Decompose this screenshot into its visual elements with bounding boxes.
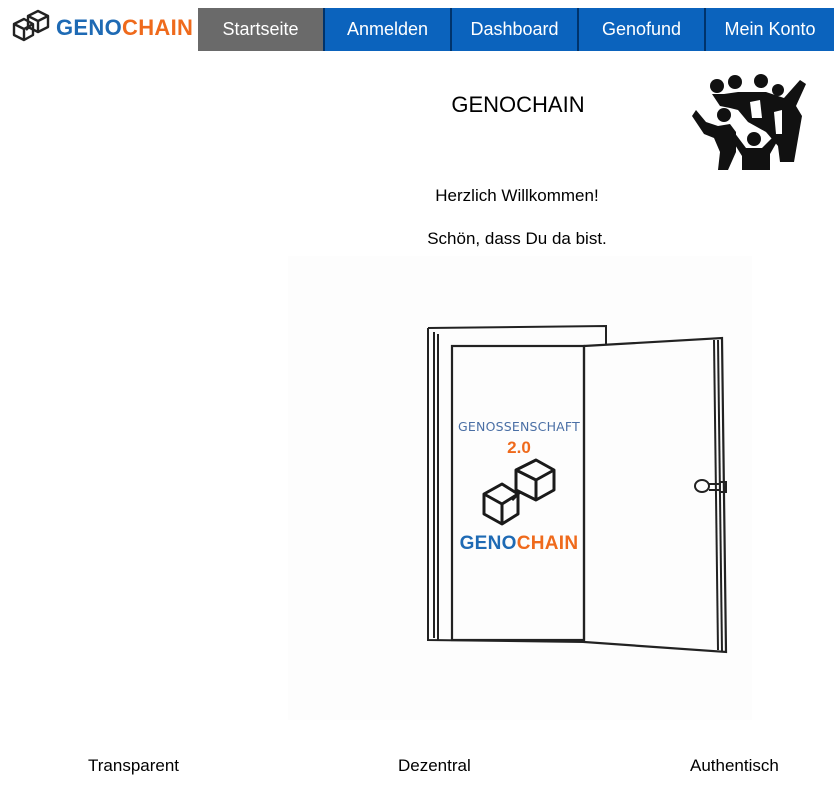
site-header: GENOCHAIN Startseite Anmelden Dashboard … <box>0 0 839 52</box>
nav-label: Dashboard <box>470 19 559 39</box>
footer-authentisch: Authentisch <box>690 756 779 775</box>
nav-genofund[interactable]: Genofund <box>579 8 706 51</box>
nav-label: Anmelden <box>346 19 429 39</box>
open-door-illustration <box>288 256 752 720</box>
door-drawing <box>427 324 728 654</box>
door-version: 2.0 <box>507 438 531 457</box>
door-brand-logo: GENOCHAIN <box>459 533 579 554</box>
footer-transparent: Transparent <box>88 756 180 775</box>
nav-startseite[interactable]: Startseite <box>198 8 325 51</box>
nav-label: Mein Konto <box>724 19 816 39</box>
main-nav: Startseite Anmelden Dashboard Genofund M… <box>198 8 834 51</box>
logo-wordmark: GENOCHAIN <box>56 15 194 40</box>
footer-dezentral: Dezentral <box>398 756 471 775</box>
nav-label: Startseite <box>222 19 299 39</box>
interlocking-cubes-icon <box>12 9 50 42</box>
door-heading: GENOSSENSCHAFT <box>458 419 580 434</box>
site-logo[interactable]: GENOCHAIN <box>6 6 193 50</box>
page-title: GENOCHAIN <box>451 92 585 117</box>
welcome-text: Herzlich Willkommen! <box>435 186 599 205</box>
nav-dashboard[interactable]: Dashboard <box>452 8 579 51</box>
community-people-icon <box>692 74 806 170</box>
nav-mein-konto[interactable]: Mein Konto <box>706 8 834 51</box>
subtitle-text: Schön, dass Du da bist. <box>427 229 607 248</box>
nav-label: Genofund <box>601 19 682 39</box>
nav-anmelden[interactable]: Anmelden <box>325 8 452 51</box>
